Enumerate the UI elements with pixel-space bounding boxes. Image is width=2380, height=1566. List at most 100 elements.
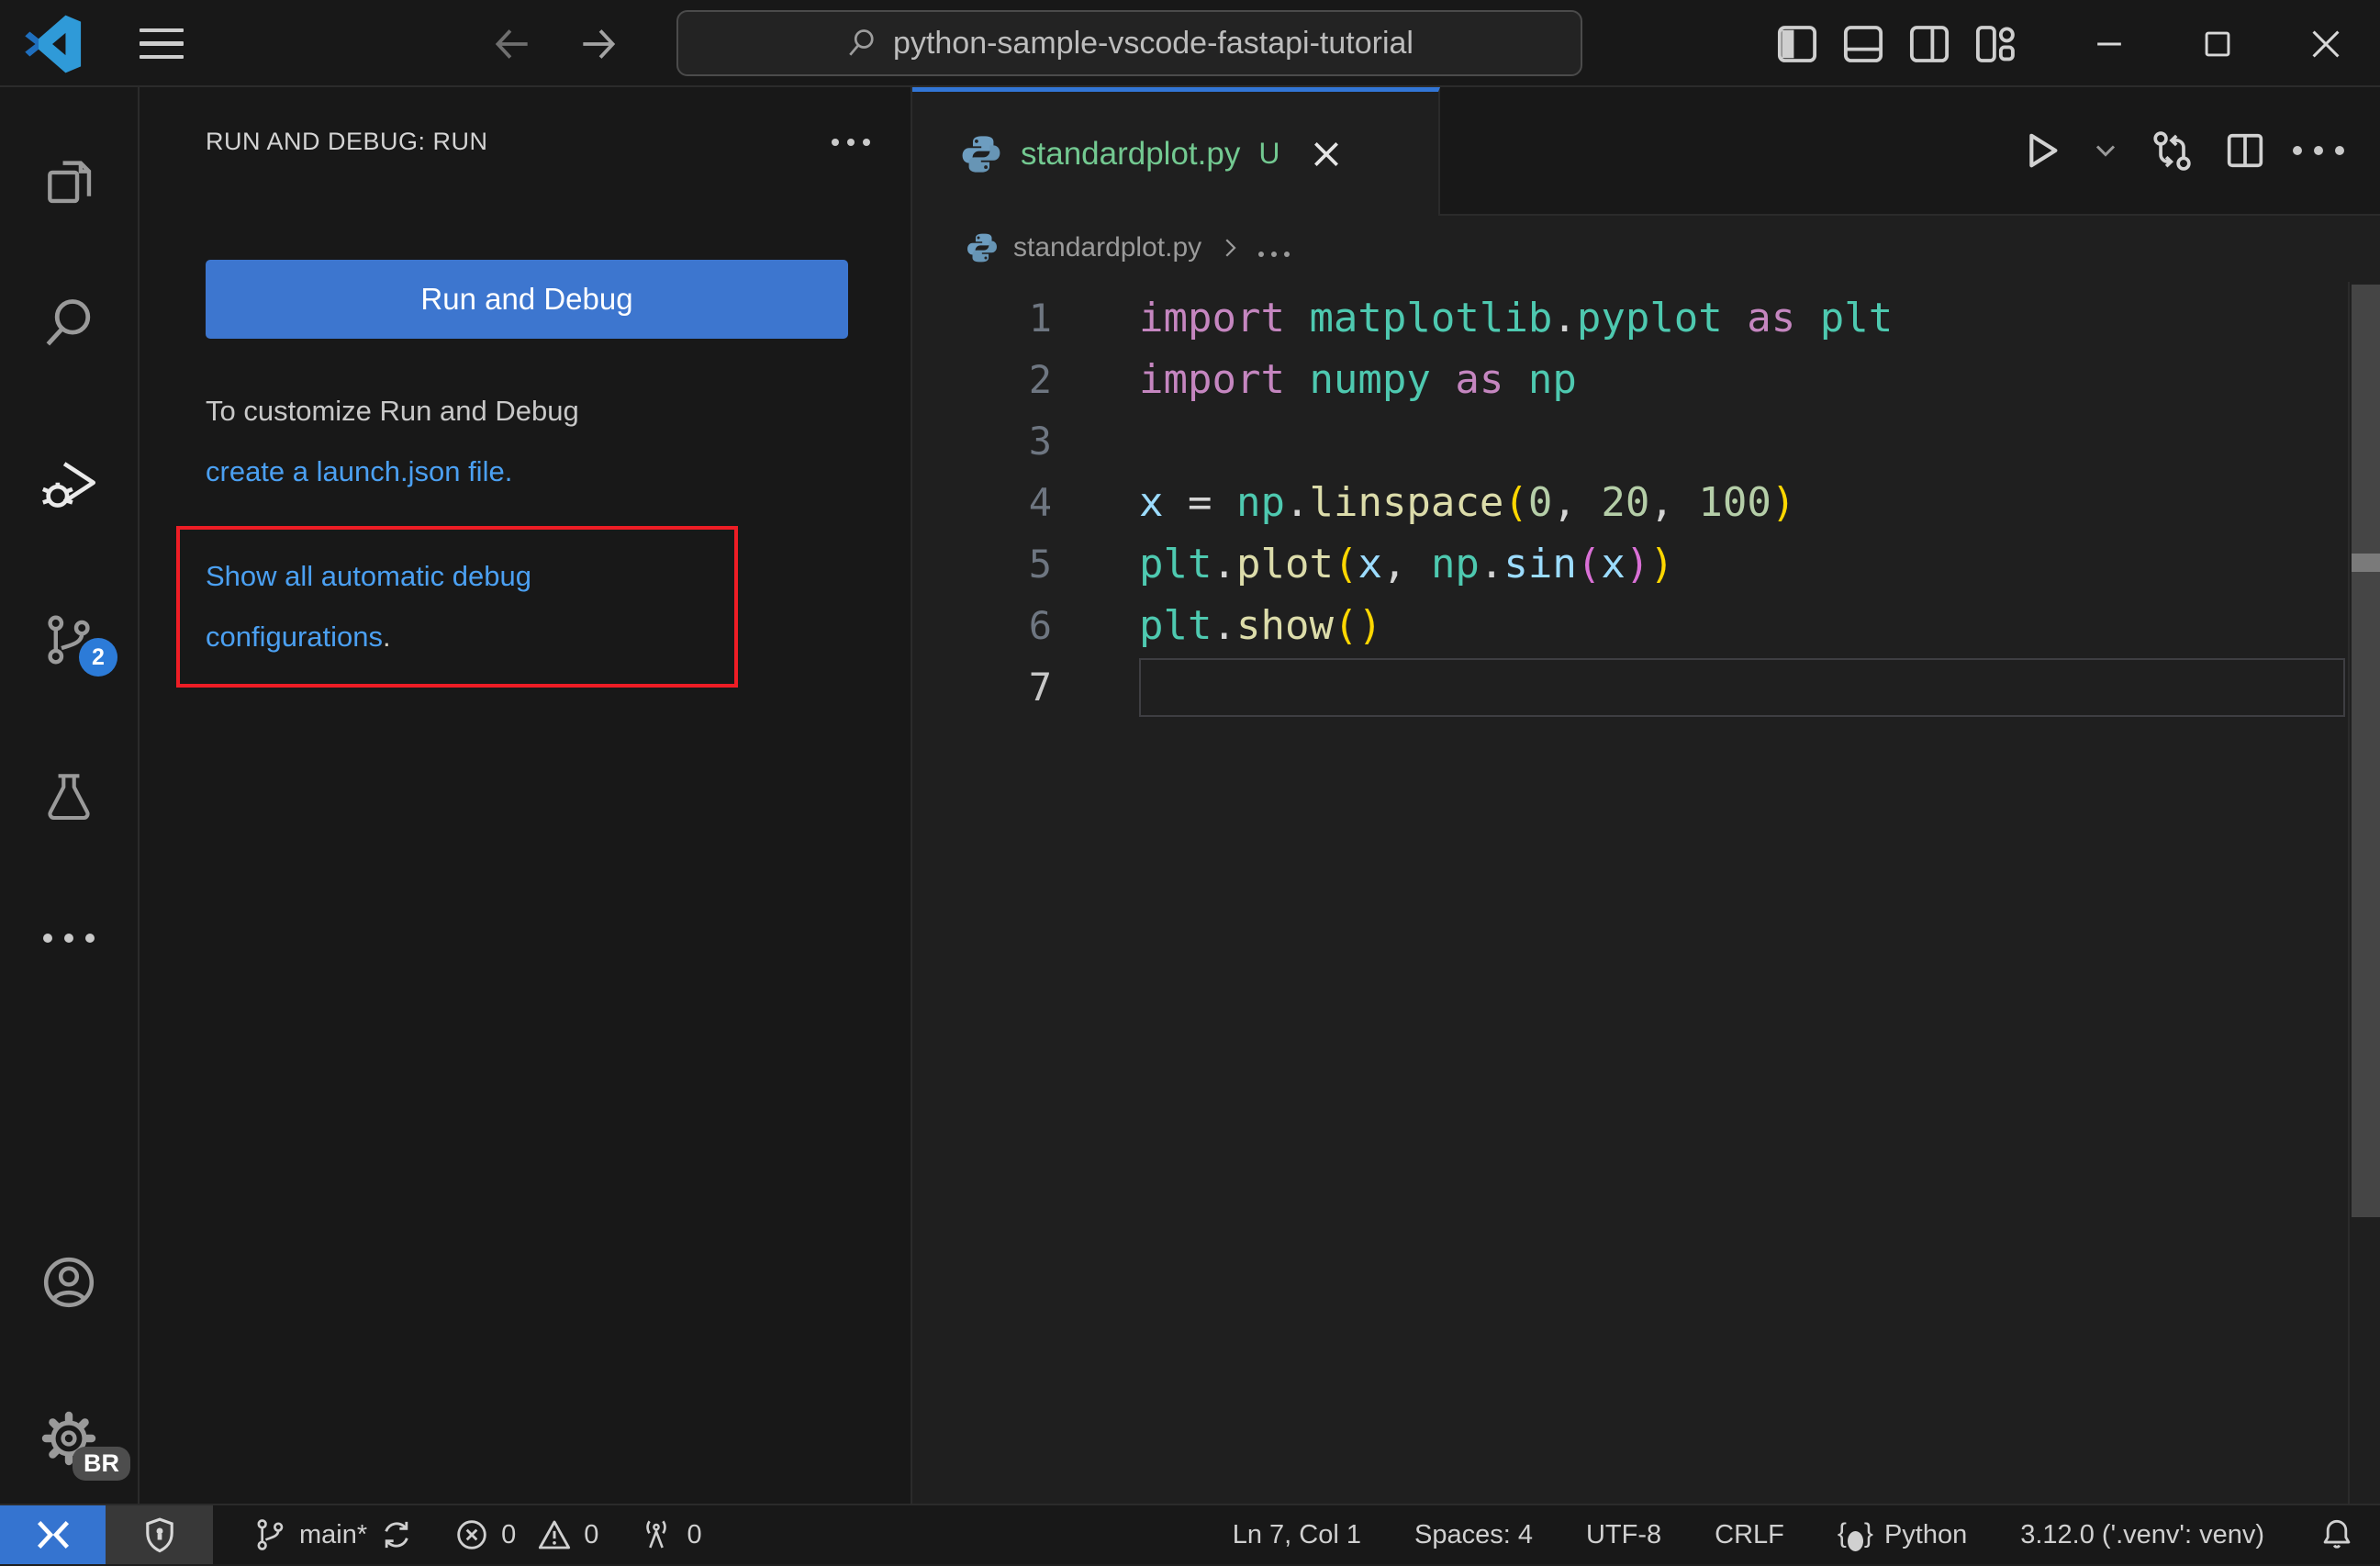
- tab-git-status: U: [1258, 137, 1280, 170]
- line-content[interactable]: plt. plot(x, np. sin(x)): [1139, 535, 2345, 594]
- line-content[interactable]: [1139, 412, 2345, 471]
- line-content[interactable]: plt. show(): [1139, 597, 2345, 655]
- language-mode[interactable]: {} Python: [1838, 1518, 1967, 1551]
- python-interpreter[interactable]: 3.12.0 ('.venv': venv): [2020, 1520, 2264, 1550]
- explorer-icon[interactable]: [0, 151, 138, 210]
- code-line[interactable]: 3: [912, 410, 2380, 472]
- ports-status[interactable]: 0: [637, 1505, 702, 1564]
- activity-bar: 2 BR: [0, 87, 140, 1504]
- vscode-window: python-sample-vscode-fastapi-tutorial 2 …: [0, 0, 2380, 1566]
- forward-icon[interactable]: [575, 20, 622, 68]
- problems-status[interactable]: 0 0: [453, 1505, 598, 1564]
- git-branch-status[interactable]: main*: [251, 1505, 415, 1564]
- create-launch-json-link[interactable]: create a launch.json file.: [206, 455, 512, 487]
- views-and-more-actions-icon[interactable]: [832, 138, 870, 146]
- search-view-icon[interactable]: [0, 294, 138, 352]
- line-number[interactable]: 5: [912, 542, 1052, 587]
- breadcrumb-file[interactable]: standardplot.py: [1013, 232, 1201, 263]
- eol-sequence[interactable]: CRLF: [1715, 1520, 1784, 1550]
- code-line[interactable]: 5 plt. plot(x, np. sin(x)): [912, 533, 2380, 595]
- line-number[interactable]: 4: [912, 480, 1052, 525]
- close-button[interactable]: [2272, 0, 2380, 87]
- back-icon[interactable]: [488, 20, 536, 68]
- chevron-right-icon: [1216, 234, 1244, 262]
- code-line[interactable]: 4 x = np. linspace(0, 20, 100): [912, 472, 2380, 533]
- search-icon: [845, 27, 878, 60]
- title-bar: python-sample-vscode-fastapi-tutorial: [0, 0, 2380, 87]
- code-lines: 1 import matplotlib. pyplot as plt 2 import …: [912, 280, 2380, 718]
- line-content[interactable]: import matplotlib. pyplot as plt: [1139, 289, 2345, 348]
- customize-hint: To customize Run and Debug create a laun…: [206, 381, 579, 502]
- cursor-position[interactable]: Ln 7, Col 1: [1233, 1520, 1361, 1550]
- sidebar-title: RUN AND DEBUG: RUN: [206, 128, 488, 155]
- branch-name: main*: [299, 1519, 368, 1549]
- scrollbar-thumb[interactable]: [2352, 285, 2380, 1217]
- line-content[interactable]: [1139, 657, 2345, 717]
- menu-icon[interactable]: [140, 28, 184, 60]
- tab-standardplot[interactable]: standardplot.py U: [912, 87, 1440, 216]
- maximize-button[interactable]: [2163, 0, 2272, 87]
- overview-ruler-mark: [2352, 554, 2380, 572]
- line-number[interactable]: 6: [912, 603, 1052, 648]
- warning-count: 0: [584, 1519, 599, 1549]
- forwarded-ports-count: 0: [687, 1519, 702, 1549]
- editor-group: standardplot.py U standardplot.py 1 impo…: [912, 87, 2380, 1504]
- search-value: python-sample-vscode-fastapi-tutorial: [893, 25, 1413, 61]
- line-number[interactable]: 2: [912, 357, 1052, 402]
- run-dropdown-icon[interactable]: [2088, 126, 2123, 175]
- toggle-sidebar-icon[interactable]: [1771, 17, 1824, 71]
- status-bar: main* 0 0 0 Ln 7, Col 1 Spaces: 4 UTF-8 …: [0, 1504, 2380, 1564]
- workspace-trust-icon[interactable]: [106, 1505, 213, 1564]
- run-and-debug-button[interactable]: Run and Debug: [206, 260, 848, 339]
- remote-indicator[interactable]: [0, 1505, 106, 1564]
- settings-gear-icon[interactable]: BR: [0, 1409, 138, 1481]
- command-center-search[interactable]: python-sample-vscode-fastapi-tutorial: [676, 10, 1582, 76]
- source-control-icon[interactable]: 2: [0, 610, 138, 677]
- compare-changes-icon[interactable]: [2147, 126, 2196, 175]
- profile-badge: BR: [73, 1447, 130, 1481]
- toggle-secondary-sidebar-icon[interactable]: [1903, 17, 1956, 71]
- language-brackets-icon: {}: [1838, 1518, 1873, 1551]
- line-number[interactable]: 3: [912, 419, 1052, 464]
- warning-icon: [536, 1516, 573, 1553]
- encoding[interactable]: UTF-8: [1586, 1520, 1661, 1550]
- run-and-debug-sidebar: RUN AND DEBUG: RUN Run and Debug To cust…: [140, 87, 912, 1504]
- sync-icon[interactable]: [378, 1516, 415, 1553]
- language-label: Python: [1883, 1519, 1968, 1549]
- line-number[interactable]: 1: [912, 296, 1052, 341]
- code-line[interactable]: 6 plt. show(): [912, 595, 2380, 656]
- tab-close-icon[interactable]: [1305, 133, 1347, 175]
- editor-scrollbar[interactable]: [2348, 282, 2380, 1504]
- tab-label: standardplot.py: [1021, 135, 1241, 172]
- customize-text: To customize Run and Debug: [206, 395, 579, 427]
- customize-layout-icon[interactable]: [1969, 17, 2022, 71]
- more-actions-icon[interactable]: [2293, 126, 2344, 175]
- python-file-icon: [960, 133, 1002, 175]
- run-and-debug-icon[interactable]: [0, 454, 138, 513]
- tab-bar: standardplot.py U: [912, 87, 2380, 216]
- additional-views-icon[interactable]: [0, 909, 138, 968]
- code-line[interactable]: 7: [912, 656, 2380, 718]
- source-control-badge: 2: [79, 638, 117, 677]
- testing-icon[interactable]: [0, 766, 138, 825]
- show-debug-configs-link[interactable]: Show all automatic debug configurations: [206, 560, 531, 653]
- git-branch-icon: [251, 1516, 288, 1553]
- run-python-file-icon[interactable]: [2015, 126, 2064, 175]
- error-count: 0: [501, 1519, 517, 1549]
- highlight-rectangle: Show all automatic debug configurations.: [176, 526, 738, 688]
- minimize-button[interactable]: [2055, 0, 2163, 87]
- breadcrumb-ellipsis-icon[interactable]: [1258, 252, 1291, 257]
- python-file-icon: [966, 231, 999, 264]
- error-icon: [453, 1516, 490, 1553]
- account-icon[interactable]: [0, 1253, 138, 1312]
- breadcrumbs[interactable]: standardplot.py: [912, 216, 2380, 280]
- toggle-panel-icon[interactable]: [1837, 17, 1890, 71]
- line-content[interactable]: x = np. linspace(0, 20, 100): [1139, 474, 2345, 532]
- code-line[interactable]: 1 import matplotlib. pyplot as plt: [912, 287, 2380, 349]
- code-line[interactable]: 2 import numpy as np: [912, 349, 2380, 410]
- indentation[interactable]: Spaces: 4: [1414, 1520, 1533, 1550]
- line-number[interactable]: 7: [912, 665, 1052, 710]
- bell-icon[interactable]: [2318, 1516, 2356, 1554]
- line-content[interactable]: import numpy as np: [1139, 351, 2345, 409]
- split-editor-icon[interactable]: [2220, 126, 2270, 175]
